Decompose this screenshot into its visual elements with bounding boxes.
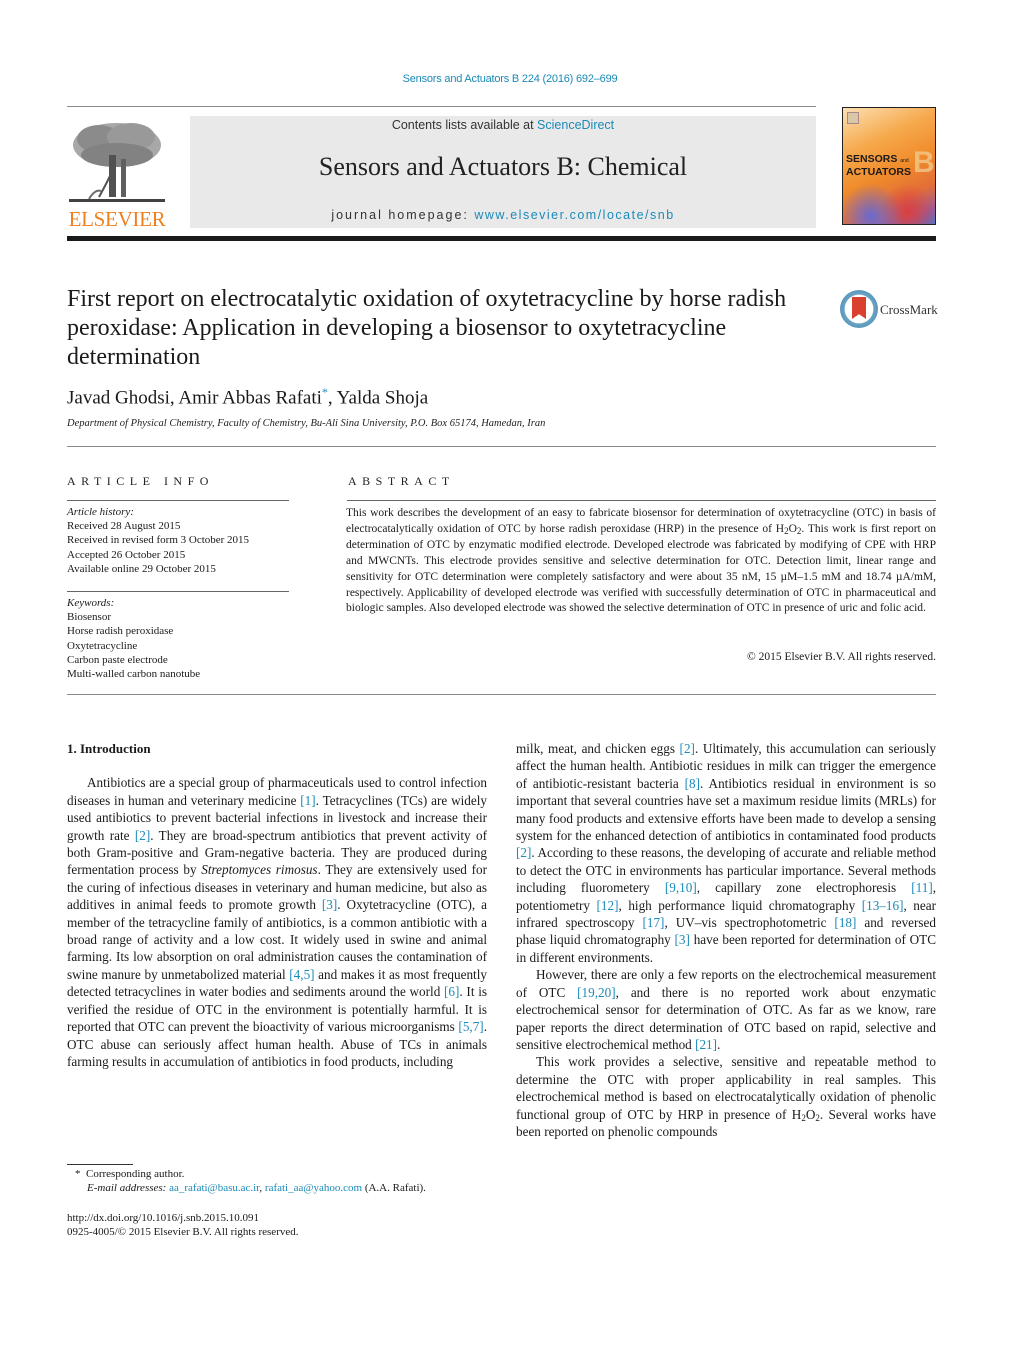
abstract-copyright: © 2015 Elsevier B.V. All rights reserved… <box>747 651 936 663</box>
history-online: Available online 29 October 2015 <box>67 562 216 575</box>
footnote-star: * <box>75 1168 81 1180</box>
abstract-segment: . This work is first report on determina… <box>346 522 937 615</box>
footnote-divider <box>67 1164 133 1165</box>
article-info-divider <box>67 500 289 501</box>
paragraph-continued: milk, meat, and chicken eggs [2]. Ultima… <box>516 740 936 966</box>
header-thick-divider <box>67 236 936 241</box>
cover-title-line1: SENSORS <box>846 153 898 165</box>
email-link[interactable]: aa_rafati@basu.ac.ir <box>169 1182 259 1194</box>
email-addresses: E-mail addresses: aa_rafati@basu.ac.ir, … <box>67 1182 426 1194</box>
abstract-text: This work describes the development of a… <box>346 506 936 617</box>
text-segment: O <box>805 1106 816 1122</box>
email-link[interactable]: rafati_aa@yahoo.com <box>265 1182 362 1194</box>
reference-link[interactable]: [13–16] <box>862 898 904 913</box>
reference-link[interactable]: [8] <box>685 776 700 791</box>
affiliation: Department of Physical Chemistry, Facult… <box>67 418 546 429</box>
keyword-item: Biosensor <box>67 611 111 624</box>
abstract-segment: O <box>788 522 797 535</box>
abstract-divider <box>347 500 936 501</box>
reference-link[interactable]: [11] <box>911 880 932 895</box>
elsevier-logo[interactable]: ELSEVIER <box>67 115 167 231</box>
reference-link[interactable]: [21] <box>695 1037 717 1052</box>
journal-citation[interactable]: Sensors and Actuators B 224 (2016) 692–6… <box>0 73 1020 85</box>
article-history-label: Article history: <box>67 506 134 518</box>
reference-link[interactable]: [2] <box>516 845 531 860</box>
text-segment: milk, meat, and chicken eggs <box>516 741 680 756</box>
text-segment: . <box>717 1036 721 1052</box>
reference-link[interactable]: [17] <box>642 915 664 930</box>
homepage-link[interactable]: www.elsevier.com/locate/snb <box>474 208 674 222</box>
reference-link[interactable]: [19,20] <box>577 985 615 1000</box>
elsevier-tree-icon <box>69 123 165 202</box>
keyword-item: Carbon paste electrode <box>67 653 168 666</box>
keywords-divider <box>67 591 289 592</box>
history-received: Received 28 August 2015 <box>67 520 181 533</box>
keywords-label: Keywords: <box>67 597 115 609</box>
reference-link[interactable]: [2] <box>135 828 150 843</box>
article-info-heading: ARTICLE INFO <box>67 474 214 488</box>
paragraph: Antibiotics are a special group of pharm… <box>67 774 487 1070</box>
corresponding-author-note: * Corresponding author. <box>67 1168 184 1180</box>
abstract-bottom-divider <box>67 694 936 695</box>
reference-link[interactable]: [1] <box>300 793 315 808</box>
species-name: Streptomyces rimosus <box>201 862 318 878</box>
reference-link[interactable]: [18] <box>834 915 856 930</box>
history-accepted: Accepted 26 October 2015 <box>67 548 186 561</box>
crossmark-button[interactable]: CrossMark <box>840 290 940 330</box>
keyword-item: Horse radish peroxidase <box>67 625 174 638</box>
authors-text-rest: , Yalda Shoja <box>327 387 429 409</box>
authors-text: Javad Ghodsi, Amir Abbas Rafati <box>67 387 322 409</box>
reference-link[interactable]: [3] <box>675 932 690 947</box>
author-list: Javad Ghodsi, Amir Abbas Rafati*, Yalda … <box>67 385 428 409</box>
body-column-right: milk, meat, and chicken eggs [2]. Ultima… <box>516 740 936 1140</box>
reference-link[interactable]: [9,10] <box>665 880 697 895</box>
header-divider <box>67 106 816 107</box>
reference-link[interactable]: [2] <box>680 741 695 756</box>
contents-prefix: Contents lists available at <box>391 118 538 132</box>
title-divider <box>67 446 936 447</box>
article-history: Article history: Received 28 August 2015… <box>67 505 297 576</box>
sciencedirect-link[interactable]: ScienceDirect <box>537 118 614 132</box>
elsevier-wordmark: ELSEVIER <box>68 207 166 231</box>
homepage-prefix: journal homepage: <box>331 208 475 222</box>
reference-link[interactable]: [3] <box>322 897 337 912</box>
reference-link[interactable]: [6] <box>444 984 459 999</box>
history-revised: Received in revised form 3 October 2015 <box>67 534 250 547</box>
section-heading-introduction: 1. Introduction <box>67 741 151 756</box>
cover-title-and: and <box>900 158 909 164</box>
paragraph: This work provides a selective, sensitiv… <box>516 1053 936 1140</box>
body-column-left: 1. Introduction Antibiotics are a specia… <box>67 740 487 1070</box>
issn-copyright: 0925-4005/© 2015 Elsevier B.V. All right… <box>67 1226 299 1238</box>
cover-letter: B <box>913 146 935 179</box>
cover-artwork <box>843 184 935 224</box>
cover-title-line2: ACTUATORS <box>846 166 911 178</box>
doi-link[interactable]: http://dx.doi.org/10.1016/j.snb.2015.10.… <box>67 1212 259 1224</box>
journal-masthead: Contents lists available at ScienceDirec… <box>190 116 816 228</box>
reference-link[interactable]: [4,5] <box>289 967 314 982</box>
text-segment: , high performance liquid chromatography <box>618 897 862 913</box>
reference-link[interactable]: [12] <box>597 898 619 913</box>
paragraph: However, there are only a few reports on… <box>516 966 936 1053</box>
email-label: E-mail addresses: <box>87 1182 167 1194</box>
keyword-item: Multi-walled carbon nanotube <box>67 668 201 681</box>
article-title: First report on electrocatalytic oxidati… <box>67 286 787 370</box>
contents-availability: Contents lists available at ScienceDirec… <box>190 118 816 132</box>
keyword-item: Oxytetracycline <box>67 639 138 652</box>
corresponding-author-text: Corresponding author. <box>86 1168 185 1180</box>
journal-title: Sensors and Actuators B: Chemical <box>318 152 688 181</box>
journal-homepage: journal homepage: www.elsevier.com/locat… <box>190 208 816 222</box>
abstract-heading: ABSTRACT <box>348 474 455 488</box>
journal-cover-image[interactable]: B SENSORS and ACTUATORS <box>842 107 936 225</box>
cover-emblem-icon <box>847 112 859 124</box>
keywords: Keywords: Biosensor Horse radish peroxid… <box>67 596 297 681</box>
text-segment: , UV–vis spectrophotometric <box>664 915 835 931</box>
reference-link[interactable]: [5,7] <box>458 1019 483 1034</box>
text-segment: , capillary zone electrophoresis <box>696 880 912 896</box>
cover-title: SENSORS and ACTUATORS <box>846 154 911 178</box>
email-owner: (A.A. Rafati). <box>362 1182 426 1194</box>
crossmark-label: CrossMark <box>880 302 938 317</box>
